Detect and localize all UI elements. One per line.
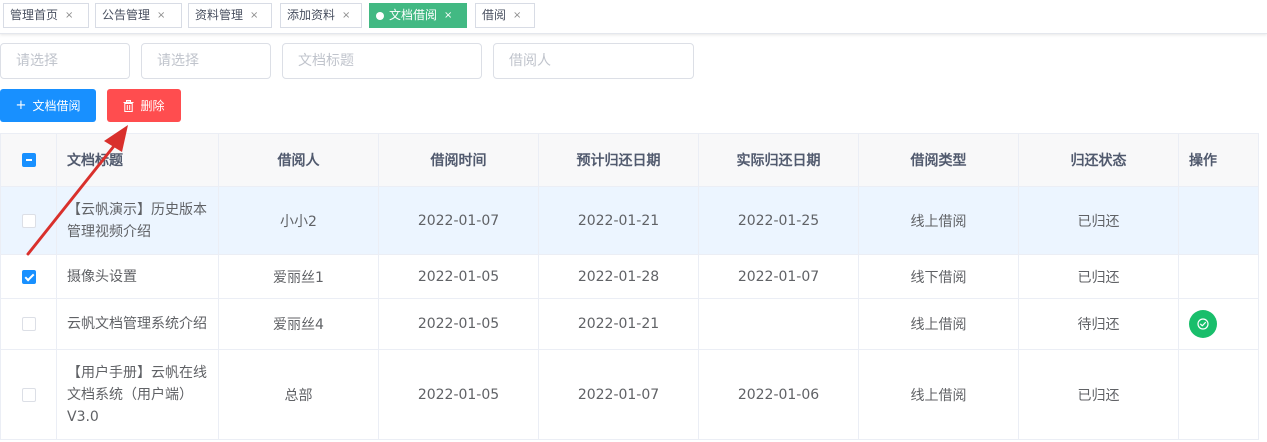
column-header: 文档标题	[56, 133, 219, 187]
column-header: 归还状态	[1018, 133, 1179, 187]
cell-type: 线下借阅	[858, 254, 1019, 299]
cell-actual-return: 2022-01-07	[698, 254, 859, 299]
cell-status: 已归还	[1018, 186, 1179, 255]
cell-borrow-date: 2022-01-05	[378, 349, 539, 440]
table-row[interactable]: 【云帆演示】历史版本管理视频介绍 小小2 2022-01-07 2022-01-…	[0, 186, 1259, 255]
table-row[interactable]: 摄像头设置 爱丽丝1 2022-01-05 2022-01-28 2022-01…	[0, 254, 1259, 299]
active-dot-icon	[376, 11, 384, 20]
cell-borrower: 爱丽丝1	[218, 254, 379, 299]
cell-action	[1178, 186, 1259, 255]
delete-button[interactable]: 删除	[107, 89, 181, 122]
tab-label: 管理首页	[10, 8, 59, 22]
cell-title: 摄像头设置	[56, 254, 219, 299]
tab-material-management[interactable]: 资料管理 ×	[188, 3, 272, 28]
type-select[interactable]	[141, 43, 271, 79]
tab-label: 文档借阅	[389, 8, 438, 22]
cell-borrow-date: 2022-01-07	[378, 186, 539, 255]
close-icon[interactable]: ×	[250, 4, 258, 27]
document-title-input[interactable]	[282, 43, 482, 79]
tab-add-material[interactable]: 添加资料 ×	[280, 3, 362, 28]
cell-action	[1178, 349, 1259, 440]
cell-actual-return: 2022-01-25	[698, 186, 859, 255]
cell-borrow-date: 2022-01-05	[378, 298, 539, 350]
check-circle-icon	[1197, 318, 1209, 330]
cell-expected-return: 2022-01-21	[538, 298, 699, 350]
tab-notice-management[interactable]: 公告管理 ×	[95, 3, 182, 28]
cell-expected-return: 2022-01-28	[538, 254, 699, 299]
trash-icon	[123, 99, 134, 112]
cell-borrower: 总部	[218, 349, 379, 440]
column-header: 借阅时间	[378, 133, 539, 187]
status-select[interactable]	[0, 43, 130, 79]
row-checkbox[interactable]	[21, 387, 36, 402]
cell-title: 【云帆演示】历史版本管理视频介绍	[56, 186, 219, 255]
table-row[interactable]: 云帆文档管理系统介绍 爱丽丝4 2022-01-05 2022-01-21 线上…	[0, 298, 1259, 350]
tab-label: 资料管理	[195, 8, 244, 22]
close-icon[interactable]: ×	[65, 4, 73, 27]
cell-borrower: 爱丽丝4	[218, 298, 379, 350]
cell-action	[1178, 254, 1259, 299]
close-icon[interactable]: ×	[342, 4, 350, 27]
tabs-bar: 管理首页 × 公告管理 × 资料管理 × 添加资料 × 文档借阅 × 借阅 ×	[0, 0, 1267, 34]
cell-actual-return	[698, 298, 859, 350]
cell-expected-return: 2022-01-07	[538, 349, 699, 440]
column-header: 预计归还日期	[538, 133, 699, 187]
cell-type: 线上借阅	[858, 349, 1019, 440]
cell-status: 已归还	[1018, 349, 1179, 440]
column-header: 实际归还日期	[698, 133, 859, 187]
column-header: 借阅人	[218, 133, 379, 187]
cell-borrow-date: 2022-01-05	[378, 254, 539, 299]
row-checkbox[interactable]	[21, 213, 36, 228]
confirm-return-button[interactable]	[1189, 310, 1217, 338]
delete-label: 删除	[140, 99, 165, 113]
column-header: 操作	[1178, 133, 1259, 187]
tab-document-borrow[interactable]: 文档借阅 ×	[369, 3, 467, 28]
cell-action	[1178, 298, 1259, 350]
add-borrow-label: 文档借阅	[32, 99, 81, 113]
cell-title: 【用户手册】云帆在线文档系统（用户端）V3.0	[56, 349, 219, 440]
borrow-table: 文档标题 借阅人 借阅时间 预计归还日期 实际归还日期 借阅类型 归还状态 操作…	[0, 133, 1267, 442]
tab-label: 添加资料	[287, 8, 336, 22]
tab-label: 公告管理	[102, 8, 151, 22]
plus-icon: +	[15, 98, 27, 113]
borrower-input[interactable]	[493, 43, 694, 79]
cell-title: 云帆文档管理系统介绍	[56, 298, 219, 350]
table-row[interactable]: 【用户手册】云帆在线文档系统（用户端）V3.0 总部 2022-01-05 20…	[0, 349, 1259, 440]
row-checkbox[interactable]	[21, 269, 36, 284]
column-header: 借阅类型	[858, 133, 1019, 187]
tab-label: 借阅	[482, 8, 507, 22]
cell-borrower: 小小2	[218, 186, 379, 255]
tab-borrow[interactable]: 借阅 ×	[475, 3, 535, 28]
close-icon[interactable]: ×	[513, 4, 521, 27]
cell-type: 线上借阅	[858, 186, 1019, 255]
tab-home[interactable]: 管理首页 ×	[3, 3, 89, 28]
table-header-row: 文档标题 借阅人 借阅时间 预计归还日期 实际归还日期 借阅类型 归还状态 操作	[0, 133, 1259, 187]
row-checkbox[interactable]	[21, 317, 36, 331]
cell-status: 已归还	[1018, 254, 1179, 299]
select-all-checkbox[interactable]	[21, 153, 36, 167]
close-icon[interactable]: ×	[444, 4, 452, 27]
cell-actual-return: 2022-01-06	[698, 349, 859, 440]
cell-status: 待归还	[1018, 298, 1179, 350]
header-checkbox-cell	[0, 133, 57, 187]
cell-expected-return: 2022-01-21	[538, 186, 699, 255]
cell-type: 线上借阅	[858, 298, 1019, 350]
add-borrow-button[interactable]: + 文档借阅	[0, 89, 96, 122]
close-icon[interactable]: ×	[157, 4, 165, 27]
